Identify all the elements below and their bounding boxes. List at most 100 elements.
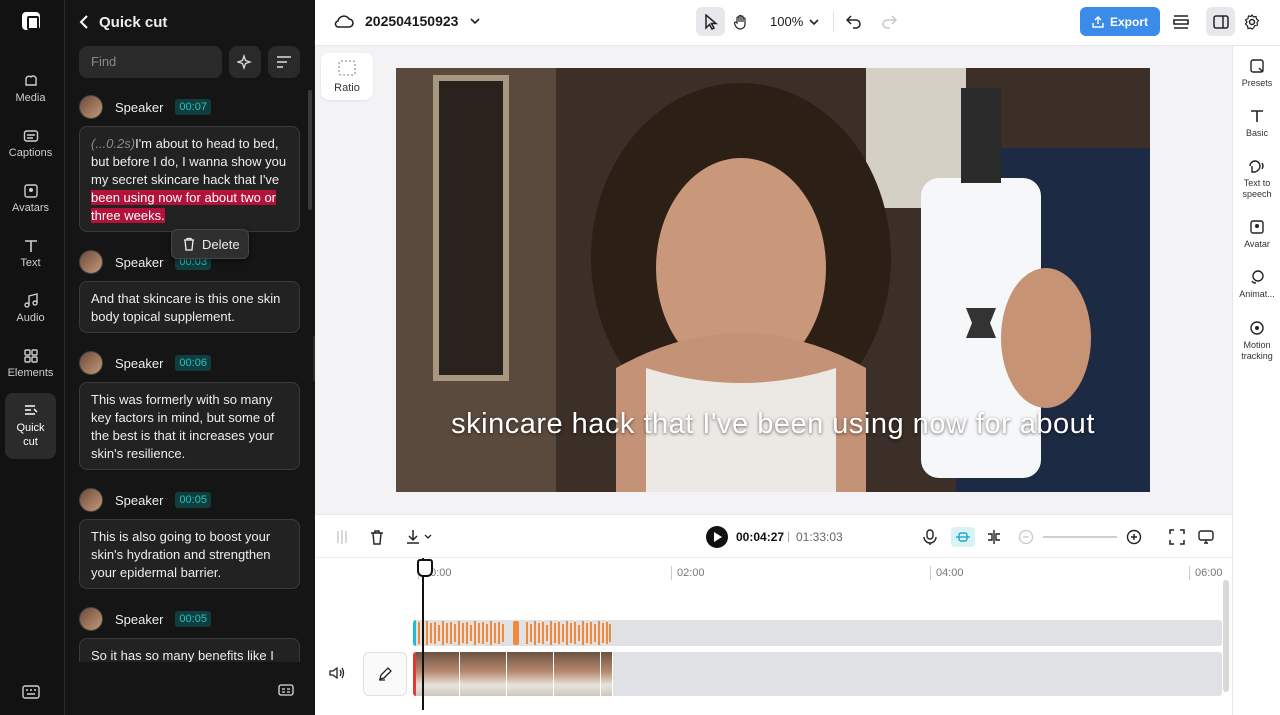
rail-item-media[interactable]: Media <box>5 67 56 117</box>
ai-magic-button[interactable] <box>229 46 261 78</box>
time-tick: 06:00 <box>1189 566 1223 580</box>
zoom-out-icon <box>1018 529 1034 545</box>
rr-item-animation[interactable]: Animat... <box>1233 269 1280 300</box>
audio-waveform[interactable] <box>413 620 613 646</box>
segment-time[interactable]: 00:05 <box>175 492 211 508</box>
preview-mode-button[interactable] <box>1196 527 1216 547</box>
trim-button[interactable] <box>984 527 1004 547</box>
zoom-out-button[interactable] <box>1016 527 1036 547</box>
back-icon[interactable] <box>79 15 89 29</box>
rail-label: Audio <box>16 312 45 324</box>
audio-track[interactable] <box>413 620 1222 646</box>
timeline-scrollbar[interactable] <box>1223 580 1229 692</box>
rail-item-elements[interactable]: Elements <box>5 342 56 392</box>
speech-icon <box>1249 160 1264 173</box>
rail-item-captions[interactable]: Captions <box>5 122 56 172</box>
zoom-value: 100% <box>770 14 804 29</box>
rail-item-audio[interactable]: Audio <box>5 287 56 337</box>
settings-button[interactable] <box>1237 7 1266 36</box>
rr-item-basic[interactable]: Basic <box>1233 108 1280 139</box>
undo-button[interactable] <box>839 7 868 36</box>
fullscreen-button[interactable] <box>1167 527 1187 547</box>
rr-label: Basic <box>1245 128 1268 138</box>
microphone-icon <box>923 529 937 545</box>
video-caption[interactable]: skincare hack that I've been using now f… <box>396 408 1150 441</box>
timeline[interactable]: 00:00 02:00 04:00 06:00 <box>315 558 1232 715</box>
find-input[interactable]: Find <box>79 46 222 78</box>
keyboard-icon[interactable] <box>22 685 40 699</box>
video-preview[interactable]: skincare hack that I've been using now f… <box>396 68 1150 492</box>
delete-button[interactable] <box>367 527 387 547</box>
speaker-avatar <box>79 250 103 274</box>
delete-popover-button[interactable]: Delete <box>171 229 249 259</box>
panel-title: Quick cut <box>99 13 168 31</box>
text-icon <box>1251 110 1263 122</box>
zoom-in-button[interactable] <box>1124 527 1144 547</box>
play-button[interactable] <box>706 526 728 548</box>
subtitles-icon[interactable] <box>278 684 294 696</box>
app-logo[interactable] <box>22 12 40 30</box>
segment-time[interactable]: 00:06 <box>175 355 211 371</box>
panel-scrollbar[interactable] <box>308 90 312 210</box>
rail-label: Elements <box>7 367 54 379</box>
redo-icon <box>881 14 897 29</box>
canvas-stage: Ratio skincare hack that I've been using… <box>315 46 1232 514</box>
segment-text[interactable]: So it has so many benefits like I <box>91 648 274 663</box>
hand-tool-button[interactable] <box>726 7 755 36</box>
project-name-dropdown[interactable]: 202504150923 <box>365 13 481 29</box>
clip-thumbnail <box>460 652 507 696</box>
panel-layout-button[interactable] <box>1206 7 1235 36</box>
select-tool-button[interactable] <box>696 7 725 36</box>
total-time: 01:33:03 <box>796 530 843 544</box>
text-icon <box>24 240 37 252</box>
divider <box>833 12 834 32</box>
rr-item-presets[interactable]: Presets <box>1233 58 1280 89</box>
zoom-dropdown[interactable]: 100% <box>770 14 819 29</box>
volume-icon[interactable] <box>329 666 345 680</box>
rr-item-motion-tracking[interactable]: Motion tracking <box>1233 320 1280 362</box>
rr-item-avatar[interactable]: Avatar <box>1233 219 1280 250</box>
transcript-segment[interactable]: This was formerly with so many key facto… <box>79 382 300 470</box>
segment-text[interactable]: And that skincare is this one skin body … <box>91 291 280 324</box>
snap-icon <box>956 532 970 542</box>
rr-label: Motion tracking <box>1241 340 1273 361</box>
split-button[interactable] <box>332 527 352 547</box>
gear-icon <box>1244 13 1259 30</box>
rail-item-avatars[interactable]: Avatars <box>5 177 56 227</box>
edit-clip-button[interactable] <box>363 652 407 696</box>
rr-label: Animat... <box>1239 289 1275 299</box>
time-tick: 04:00 <box>930 566 964 580</box>
video-track[interactable] <box>413 652 1222 696</box>
rail-item-quick-cut[interactable]: Quick cut <box>5 393 56 459</box>
zoom-slider[interactable] <box>1043 536 1117 538</box>
segment-text[interactable]: This is also going to boost your skin's … <box>91 529 271 580</box>
download-dropdown[interactable] <box>403 527 437 547</box>
filter-button[interactable] <box>268 46 300 78</box>
layers-button[interactable] <box>1166 7 1195 36</box>
redo-button[interactable] <box>874 7 903 36</box>
segment-text[interactable]: This was formerly with so many key facto… <box>91 392 275 461</box>
segment-time[interactable]: 00:05 <box>175 611 211 627</box>
segment-header: Speaker 00:06 <box>79 351 211 375</box>
ratio-button[interactable]: Ratio <box>321 53 373 100</box>
cloud-icon[interactable] <box>334 13 354 29</box>
speaker-avatar <box>79 488 103 512</box>
rr-item-text-to-speech[interactable]: Text to speech <box>1233 158 1280 200</box>
segment-time[interactable]: 00:07 <box>175 99 211 115</box>
quick-cut-icon <box>24 405 37 415</box>
transcript-segment[interactable]: (...0.2s)I'm about to head to bed, but b… <box>79 126 300 232</box>
transcript-segment[interactable]: And that skincare is this one skin body … <box>79 281 300 333</box>
download-icon <box>407 530 432 544</box>
clip-thumbnail <box>554 652 601 696</box>
rail-item-text[interactable]: Text <box>5 232 56 282</box>
playhead[interactable] <box>417 558 433 710</box>
pause-marker[interactable]: (...0.2s) <box>91 136 135 151</box>
export-button[interactable]: Export <box>1080 7 1160 36</box>
list-filter-icon <box>277 56 291 68</box>
selected-text[interactable]: been using now for about two or three we… <box>91 190 277 223</box>
transcript-segment[interactable]: This is also going to boost your skin's … <box>79 519 300 589</box>
magnet-snap-button[interactable] <box>951 527 975 547</box>
captions-icon <box>23 130 38 142</box>
timeline-toolbar: 00:04:27 | 01:33:03 <box>315 514 1232 558</box>
record-voice-button[interactable] <box>920 527 940 547</box>
